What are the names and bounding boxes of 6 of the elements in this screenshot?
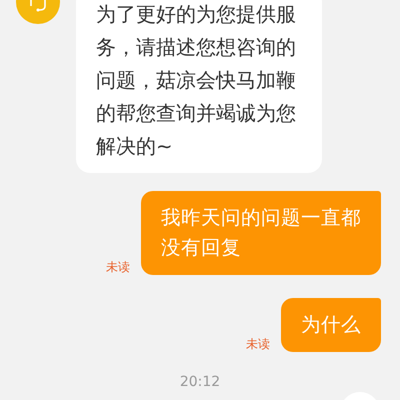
message-bubble: 为了更好的为您提供服务，请描述您想咨询的问题，菇凉会快马加鞭的帮您查询并竭诚为您解决的~	[76, 0, 322, 173]
timestamp: 20:12	[180, 374, 220, 390]
unread-label: 未读	[106, 259, 130, 275]
unread-label: 未读	[246, 336, 270, 352]
message-bubble: 我昨天问的问题一直都没有回复	[141, 191, 381, 275]
message-bubble: 为什么	[281, 298, 381, 352]
